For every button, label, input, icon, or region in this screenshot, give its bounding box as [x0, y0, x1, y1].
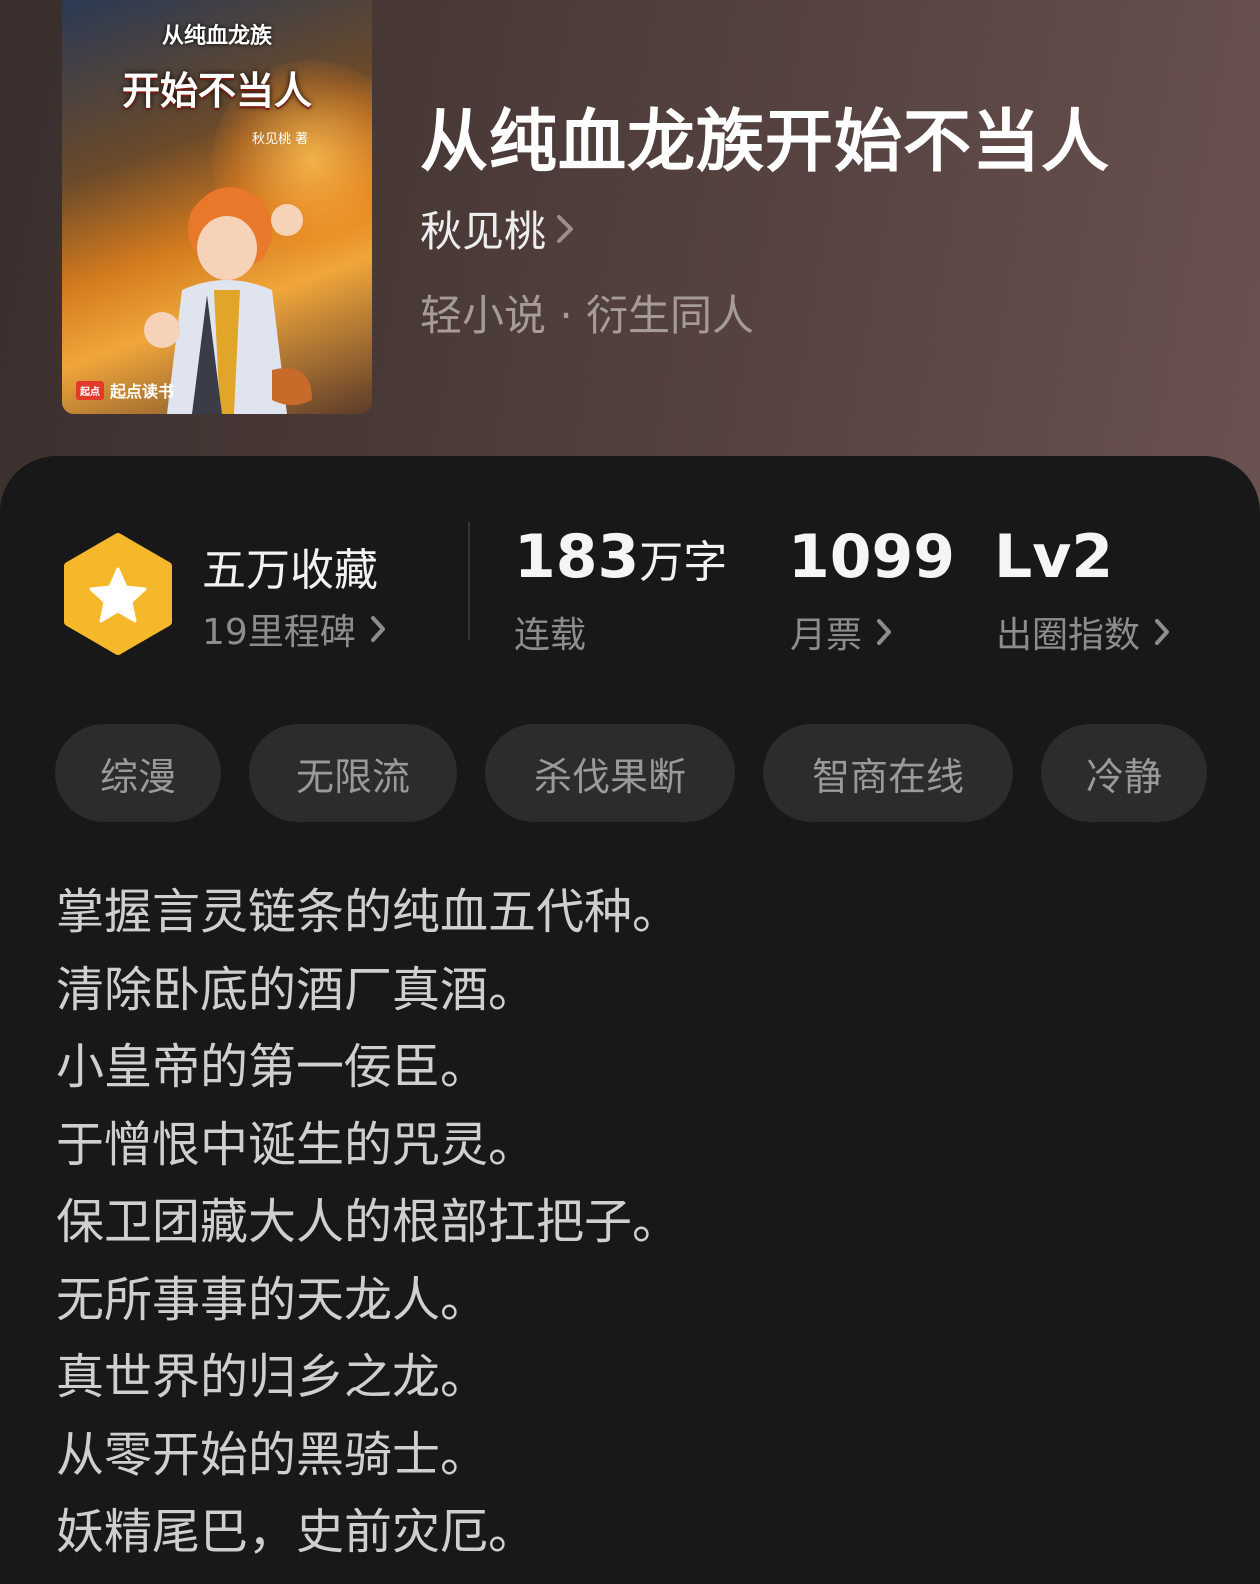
description-line: 从零开始的黑骑士。 — [56, 1426, 489, 1483]
description-line: 无所事事的天龙人。 — [56, 1271, 489, 1328]
chevron-right-icon — [1154, 618, 1170, 646]
book-description[interactable]: 掌握言灵链条的纯血五代种。 清除卧底的酒厂真酒。 小皇帝的第一佞臣。 于憎恨中诞… — [56, 874, 680, 1572]
publisher-name: 起点读书 — [110, 382, 175, 401]
milestone-label: 19里程碑 — [202, 612, 356, 653]
word-count-unit: 万字 — [639, 537, 728, 588]
monthly-tickets-link[interactable]: 月票 — [790, 606, 892, 658]
book-header: 从纯血龙族 开始不当人 秋见桃 著 起点 起点读书 从纯血龙族开始不当人 秋见桃… — [0, 0, 1260, 520]
cover-character-illustration — [144, 187, 312, 414]
word-count: 183万字 — [514, 522, 727, 592]
cover-title-text: 开始不当人 — [121, 69, 312, 113]
popularity-index-link[interactable]: 出圈指数 — [996, 606, 1170, 658]
monthly-tickets-count: 1099 — [788, 522, 955, 592]
stats-row: 五万收藏 19里程碑 183万字 连载 1099 月票 Lv2 出圈指数 — [0, 456, 1260, 676]
book-cover[interactable]: 从纯血龙族 开始不当人 秋见桃 著 起点 起点读书 — [62, 0, 372, 414]
tag-chip[interactable]: 智商在线 — [763, 724, 1013, 822]
author-link[interactable]: 秋见桃 — [420, 198, 574, 259]
book-title: 从纯血龙族开始不当人 — [420, 102, 1111, 182]
book-detail-panel: 五万收藏 19里程碑 183万字 连载 1099 月票 Lv2 出圈指数 综漫 … — [0, 456, 1260, 1584]
tag-list: 综漫 无限流 杀伐果断 智商在线 冷静 — [55, 724, 1207, 822]
publisher-badge: 起点 — [76, 380, 104, 400]
description-line: 保卫团藏大人的根部扛把子。 — [56, 1194, 681, 1250]
description-line: 于憎恨中诞生的咒灵。 — [56, 1116, 537, 1173]
popularity-index-label: 出圈指数 — [996, 615, 1141, 656]
cover-author-text: 秋见桃 著 — [252, 132, 309, 147]
monthly-tickets-number: 1099 — [788, 522, 955, 592]
tag-chip[interactable]: 冷静 — [1041, 724, 1207, 822]
chevron-right-icon — [876, 618, 892, 646]
tag-chip[interactable]: 无限流 — [249, 724, 457, 822]
serial-status: 连载 — [514, 615, 587, 656]
description-line: 妖精尾巴，史前灾厄。 — [56, 1504, 537, 1560]
description-line: 小皇帝的第一佞臣。 — [56, 1039, 489, 1095]
star-hexagon-icon — [64, 533, 172, 655]
description-line: 清除卧底的酒厂真酒。 — [56, 961, 537, 1018]
milestone-link[interactable]: 19里程碑 — [202, 603, 386, 655]
author-name: 秋见桃 — [420, 207, 547, 256]
book-category: 轻小说 · 衍生同人 — [420, 291, 755, 340]
chevron-right-icon — [556, 214, 574, 244]
description-line: 真世界的归乡之龙。 — [56, 1349, 489, 1405]
level-value: Lv2 — [994, 522, 1114, 592]
stats-divider — [468, 522, 470, 640]
tag-chip[interactable]: 综漫 — [55, 724, 221, 822]
monthly-tickets-label: 月票 — [790, 615, 863, 656]
chevron-right-icon — [370, 615, 386, 643]
word-count-number: 183 — [514, 522, 640, 592]
cover-series-text: 从纯血龙族 — [161, 24, 272, 49]
description-line: 掌握言灵链条的纯血五代种。 — [56, 884, 681, 940]
favorites-count: 五万收藏 — [202, 545, 378, 596]
level: Lv2 — [994, 522, 1113, 592]
cover-publisher: 起点 起点读书 — [76, 378, 174, 402]
tag-chip[interactable]: 杀伐果断 — [485, 724, 735, 822]
